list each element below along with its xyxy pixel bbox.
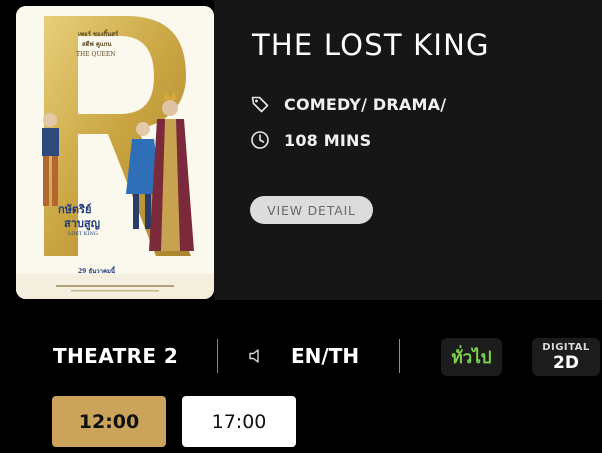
poster-artwork xyxy=(16,6,214,299)
theatre-name: THEATRE 2 xyxy=(53,344,179,368)
poster-release-date: 29 ธันวาคมนี้ xyxy=(78,268,116,275)
poster-credit-3: THE QUEEN xyxy=(76,51,116,58)
movie-panel: เพอร์ ชองกิ้นสร์ สตีฟ คูแกน THE QUEEN กษ… xyxy=(0,0,602,308)
format-badge-top: DIGITAL xyxy=(542,341,590,353)
rating-badge-text: ทั่วไป xyxy=(451,347,492,368)
divider xyxy=(217,339,218,373)
showtime-button[interactable]: 12:00 xyxy=(52,396,166,447)
duration-row: 108 MINS xyxy=(250,130,371,150)
rating-badge: ทั่วไป xyxy=(441,338,502,376)
poster-credit-2: สตีฟ คูแกน xyxy=(82,41,112,48)
speaker-icon xyxy=(247,347,265,365)
duration-text: 108 MINS xyxy=(284,130,372,150)
tag-icon xyxy=(250,94,270,114)
genre-row: COMEDY/ DRAMA/ xyxy=(250,94,446,114)
language-text: EN/TH xyxy=(291,344,360,368)
showtime-button[interactable]: 17:00 xyxy=(182,396,296,447)
poster-credit-1: เพอร์ ชองกิ้นสร์ xyxy=(78,31,119,38)
format-badge: DIGITAL 2D xyxy=(532,338,600,376)
movie-title: THE LOST KING xyxy=(252,28,490,62)
clock-icon xyxy=(250,130,270,150)
poster-thai-title-2: สาบสูญ xyxy=(64,217,100,230)
view-detail-button[interactable]: VIEW DETAIL xyxy=(250,196,373,224)
movie-poster[interactable]: เพอร์ ชองกิ้นสร์ สตีฟ คูแกน THE QUEEN กษ… xyxy=(16,6,214,299)
poster-english-title: LOST KING xyxy=(68,231,98,237)
genre-text: COMEDY/ DRAMA/ xyxy=(284,94,447,114)
divider xyxy=(399,339,400,373)
format-badge-bottom: 2D xyxy=(553,352,579,373)
